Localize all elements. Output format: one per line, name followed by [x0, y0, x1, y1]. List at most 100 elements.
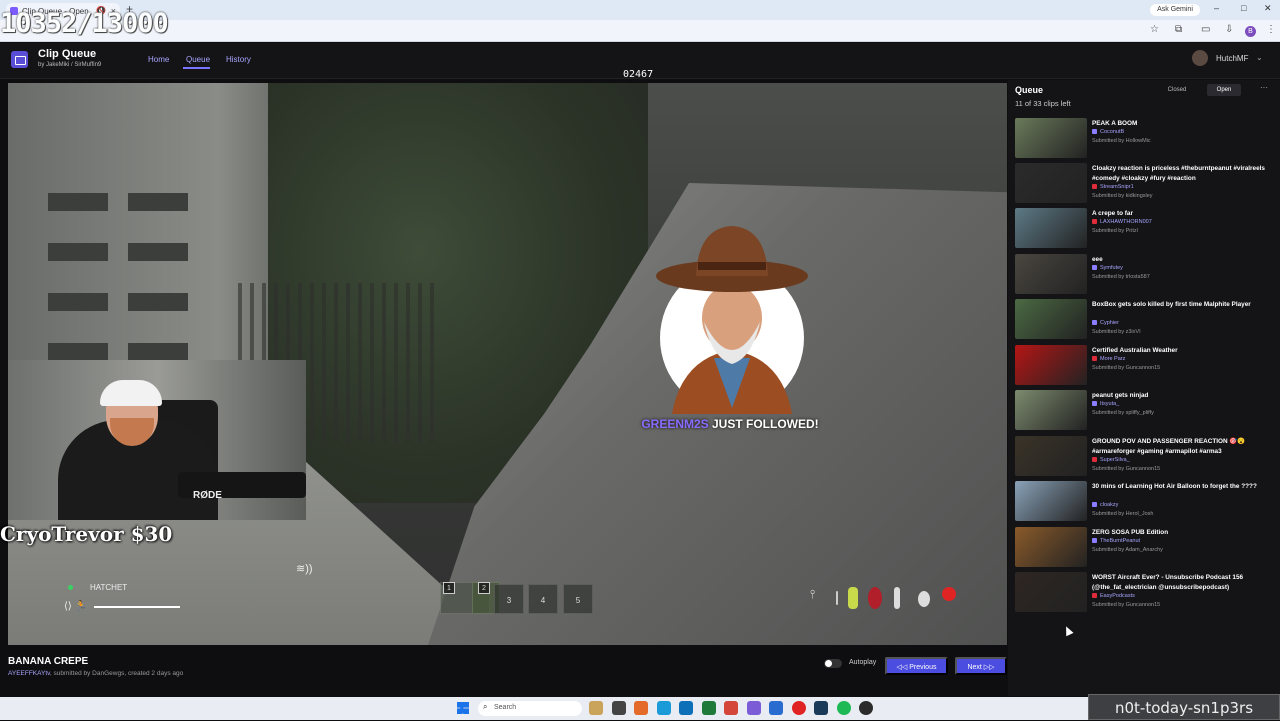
taskbar-app-icon[interactable] [746, 701, 761, 715]
running-man-icon: ⟨⟩ 🏃 [64, 601, 88, 612]
queue-item-thumbnail[interactable] [1015, 345, 1087, 385]
stream-score: 02467 [623, 69, 654, 80]
queue-item[interactable]: Cloakzy reaction is priceless #theburntp… [1015, 163, 1273, 205]
maximize-button[interactable]: □ [1241, 3, 1246, 13]
taskbar-app-icon[interactable] [769, 701, 783, 715]
chevron-down-icon[interactable]: ⌄ [1256, 53, 1263, 62]
taskbar-app-icon[interactable] [634, 701, 648, 715]
more-options-icon[interactable]: ··· [1260, 83, 1268, 92]
clip-title: BANANA CREPE [8, 656, 89, 667]
queue-item-channel: CoconutB [1092, 129, 1124, 135]
hotbar-slot-4: 4 [528, 584, 558, 614]
app-by-line: by JakeMiki / SirMuffin9 [38, 62, 102, 68]
next-button[interactable]: Next ▷▷ [955, 657, 1007, 675]
queue-item[interactable]: 30 mins of Learning Hot Air Balloon to f… [1015, 481, 1273, 523]
webcam-overlay: RØDE [8, 360, 306, 520]
queue-item-title: Cloakzy reaction is priceless #theburntp… [1092, 165, 1265, 182]
clip-channel-link[interactable]: AYEEFFKAYtv [8, 670, 50, 677]
queue-item-title: eee [1092, 256, 1103, 263]
queue-item-submitter: Submitted by z3ixVI [1092, 329, 1141, 335]
nav-queue[interactable]: Queue [186, 55, 210, 64]
streamer-cap [100, 380, 162, 406]
hotbar-slot-5: 5 [563, 584, 593, 614]
weapon-status-dot [68, 585, 73, 590]
taskbar-app-icon[interactable] [859, 701, 873, 715]
queue-item-thumbnail[interactable] [1015, 390, 1087, 430]
queue-item-thumbnail[interactable] [1015, 572, 1087, 612]
queue-open-button[interactable]: Open [1207, 84, 1241, 96]
ask-gemini-button[interactable]: Ask Gemini [1150, 4, 1200, 16]
queue-item-submitter: Submitted by kidkingsley [1092, 193, 1153, 199]
hotbar-slot-3: 3 [494, 584, 524, 614]
taskbar-app-icon[interactable] [701, 701, 716, 715]
stream-watermark: n0t-today-sn1p3rs [1088, 694, 1280, 720]
weapon-label: HATCHET [90, 583, 128, 592]
queue-item-thumbnail[interactable] [1015, 527, 1087, 567]
taskbar-app-icon[interactable] [589, 701, 603, 715]
taskbar-app-icon[interactable] [814, 701, 828, 715]
queue-item[interactable]: BoxBox gets solo killed by first time Ma… [1015, 299, 1273, 341]
queue-item-channel: StreamSnipr1 [1092, 184, 1134, 190]
user-avatar[interactable] [1192, 50, 1208, 66]
taskbar-app-icon[interactable] [724, 701, 738, 715]
queue-item[interactable]: eee Symfutey Submitted by trlosta587 [1015, 254, 1273, 296]
cowboy-avatar-icon [656, 226, 808, 414]
queue-item[interactable]: GROUND POV AND PASSENGER REACTION 🎯😮 #ar… [1015, 436, 1273, 478]
autoplay-toggle[interactable] [824, 659, 842, 668]
stamina-bar [94, 606, 180, 608]
minimize-button[interactable]: – [1214, 3, 1219, 13]
extensions-icon[interactable]: ⧉ [1175, 24, 1182, 35]
queue-item[interactable]: PEAK A BOOM CoconutB Submitted by HollowMi… [1015, 118, 1273, 160]
queue-item-channel: SuperSilva_ [1092, 457, 1130, 463]
queue-item-channel: EasyPodcasts [1092, 593, 1135, 599]
profile-avatar[interactable]: B [1245, 26, 1256, 37]
queue-item-title: BoxBox gets solo killed by first time Ma… [1092, 301, 1251, 308]
stream-goal-counter: 10352/13000 [0, 8, 169, 39]
queue-item-title: GROUND POV AND PASSENGER REACTION 🎯😮 #ar… [1092, 438, 1246, 455]
cast-icon[interactable]: ▭ [1201, 24, 1210, 35]
queue-item[interactable]: WORST Aircraft Ever? - Unsubscribe Podca… [1015, 572, 1273, 614]
queue-item[interactable]: Certified Australian Weather More Parz Sub… [1015, 345, 1273, 387]
queue-item-title: 30 mins of Learning Hot Air Balloon to f… [1092, 483, 1257, 490]
close-window-button[interactable]: ✕ [1264, 3, 1272, 14]
queue-item-thumbnail[interactable] [1015, 118, 1087, 158]
queue-item-submitter: Submitted by Guncannon15 [1092, 602, 1161, 608]
autoplay-label: Autoplay [849, 659, 877, 666]
previous-button[interactable]: ◁◁ Previous [885, 657, 948, 675]
bookmark-star-icon[interactable]: ☆ [1150, 24, 1159, 35]
battery-icon [848, 587, 858, 609]
donation-alert: CryoTrevor $30 [0, 522, 173, 546]
queue-item-thumbnail[interactable] [1015, 254, 1087, 294]
queue-item[interactable]: peanut gets ninjad Itsyuta_ Submitted by s… [1015, 390, 1273, 432]
nav-home[interactable]: Home [148, 55, 169, 64]
antenna-icon: ⫯ [810, 587, 816, 601]
browser-tab-bar [0, 0, 1280, 20]
taskbar-app-icon[interactable] [611, 701, 626, 715]
user-name[interactable]: HutchMF [1216, 54, 1248, 63]
queue-item-thumbnail[interactable] [1015, 436, 1087, 476]
queue-item-channel: Symfutey [1092, 265, 1123, 271]
queue-item-submitter: Submitted by spliffy_pliffy [1092, 410, 1154, 416]
queue-item-thumbnail[interactable] [1015, 299, 1087, 339]
queue-item-submitter: Submitted by trlosta587 [1092, 274, 1150, 280]
queue-item-thumbnail[interactable] [1015, 481, 1087, 521]
queue-item-channel: Cyphier [1092, 320, 1119, 326]
menu-kebab-icon[interactable]: ⋮ [1266, 24, 1276, 35]
taskbar-app-icon[interactable] [791, 701, 806, 715]
queue-item[interactable]: ZERG SOSA PUB Edition TheBurntPeanut Submi… [1015, 527, 1273, 569]
taskbar-app-icon[interactable] [679, 701, 693, 715]
follow-alert-suffix: JUST FOLLOWED! [708, 417, 819, 431]
queue-closed-button[interactable]: Closed [1161, 84, 1193, 96]
nav-active-indicator [183, 67, 210, 69]
download-icon[interactable]: ⇩ [1225, 24, 1233, 35]
queue-item-thumbnail[interactable] [1015, 163, 1087, 203]
clip-queue-logo-icon [11, 51, 28, 68]
clip-meta: AYEEFFKAYtv, submitted by DanGewgs, crea… [8, 670, 183, 677]
queue-item-thumbnail[interactable] [1015, 208, 1087, 248]
queue-count: 11 of 33 clips left [1015, 99, 1071, 108]
taskbar-search[interactable]: Search [478, 701, 582, 716]
nav-history[interactable]: History [226, 55, 251, 64]
taskbar-app-icon[interactable] [836, 701, 851, 715]
taskbar-app-icon[interactable] [656, 701, 671, 715]
queue-item[interactable]: A crepe to far LAXHAWTHORN007 Submitted by… [1015, 208, 1273, 250]
